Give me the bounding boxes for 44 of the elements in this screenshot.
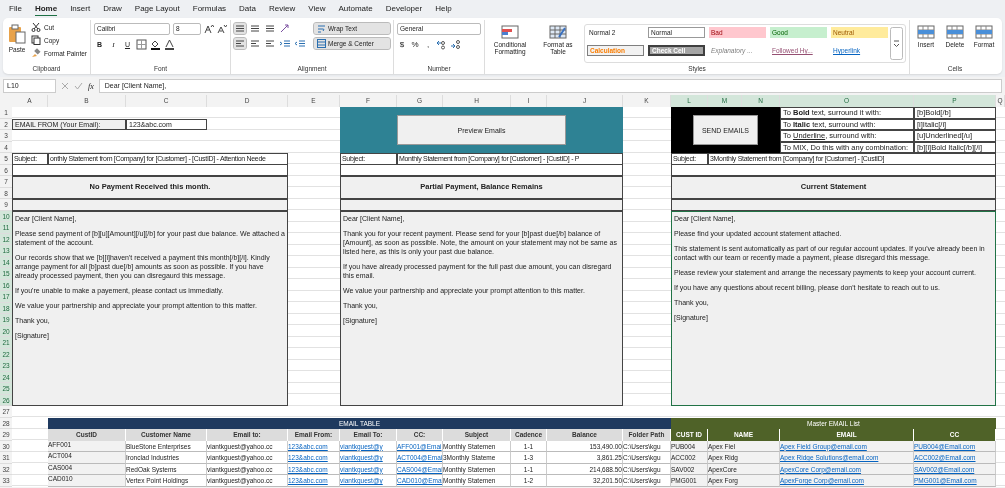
decrease-decimal-icon[interactable] [450,39,461,50]
merge-icon [317,39,326,48]
menu-tab[interactable]: Developer [385,1,423,16]
number-format-button[interactable]: , [423,40,433,49]
fill-color-icon[interactable] [150,39,161,50]
table-icon [975,25,993,39]
menu-tab[interactable]: Page Layout [134,1,180,16]
table-icon [946,25,964,39]
menu-tab[interactable]: Data [239,1,256,16]
menu-tab[interactable]: Help [435,1,452,16]
wrap-icon [317,24,326,33]
increase-font-icon[interactable] [204,24,214,34]
menu-tab[interactable]: Review [269,1,296,16]
font-color-icon[interactable] [164,39,175,50]
menu-tab[interactable]: File [9,1,22,16]
align-icon[interactable] [249,23,261,34]
align-icon[interactable] [264,23,276,34]
copy-icon [31,35,41,45]
align-icon[interactable] [234,38,246,49]
insert-function-button[interactable]: fx [88,81,94,91]
increase-decimal-icon[interactable] [436,39,447,50]
menu-tab[interactable]: View [308,1,326,16]
decrease-font-icon[interactable] [217,24,227,34]
check-icon[interactable] [74,82,83,90]
table-icon [917,25,935,39]
menu-tab[interactable]: Home [34,1,58,16]
align-icon[interactable] [264,38,276,49]
clipboard-icon [8,24,26,44]
scissors-icon [31,22,41,32]
menu-tab[interactable]: Automate [338,1,373,16]
table-icon [549,25,567,39]
menu-tab[interactable]: Draw [103,1,122,16]
table-icon [501,25,519,39]
align-icon[interactable] [249,38,261,49]
menu-tab[interactable]: Insert [70,1,91,16]
align-icon[interactable] [234,23,246,34]
paintbrush-icon [31,48,41,58]
number-format-button[interactable]: $ [397,40,407,49]
indent-icon[interactable] [294,38,306,49]
borders-icon[interactable] [136,39,147,50]
orientation-icon[interactable] [279,23,291,34]
indent-icon[interactable] [279,38,291,49]
menu-tab[interactable]: Formulas [192,1,227,16]
number-format-button[interactable]: % [410,40,420,49]
